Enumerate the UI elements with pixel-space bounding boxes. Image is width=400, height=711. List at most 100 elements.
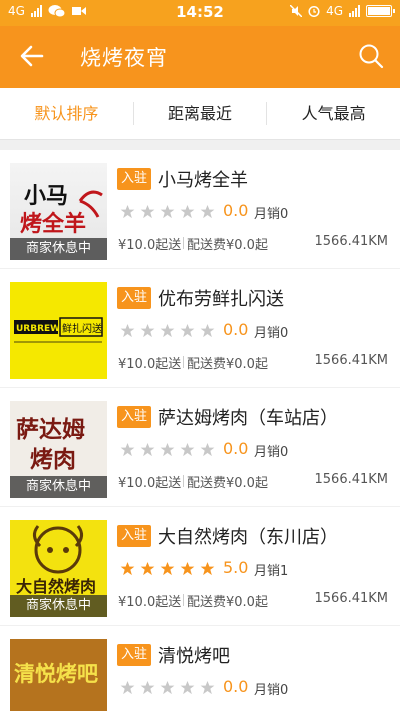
star-icon [200,680,215,695]
star-icon [200,561,215,576]
star-icon [140,204,155,219]
settled-badge: 入驻 [117,287,152,309]
star-icon [180,204,195,219]
settled-badge: 入驻 [117,644,152,666]
star-icon [160,442,175,457]
star-rating [120,204,215,219]
sort-tab-popular[interactable]: 人气最高 [267,88,400,139]
star-icon [160,680,175,695]
sort-tab-default[interactable]: 默认排序 [0,88,133,139]
sort-bar: 默认排序 距离最近 人气最高 [0,88,400,140]
min-order: ¥10.0起送 [118,476,182,491]
closed-label: 商家休息中 [10,476,107,498]
shop-name: 小马烤全羊 [158,170,248,191]
svg-text:萨达姆: 萨达姆 [16,416,85,443]
search-icon[interactable] [358,43,384,69]
rating-value: 5.0 [223,558,249,577]
status-right: 4G [290,4,395,18]
star-rating [120,561,215,576]
shop-thumbnail: 萨达姆 烤肉 商家休息中 [10,401,107,498]
status-bar: 4G 14:52 4G [0,0,400,26]
star-icon [160,204,175,219]
min-order: ¥10.0起送 [118,357,182,372]
star-icon [120,442,135,457]
star-icon [120,561,135,576]
star-icon [200,323,215,338]
closed-label: 商家休息中 [10,595,107,617]
settled-badge: 入驻 [117,406,152,428]
star-icon [180,680,195,695]
shop-name: 优布劳鲜扎闪送 [158,289,284,310]
monthly-sales: 月销0 [254,683,289,698]
shop-list-item[interactable]: 清悦烤吧 入驻 清悦烤吧 0.0 月销0 [0,626,400,711]
rating-value: 0.0 [223,677,249,696]
star-rating [120,442,215,457]
app-bar: 烧烤夜宵 [0,26,400,88]
star-icon [160,323,175,338]
star-rating [120,680,215,695]
monthly-sales: 月销0 [254,445,289,460]
star-icon [140,561,155,576]
svg-text:清悦烤吧: 清悦烤吧 [14,661,98,686]
shop-name: 大自然烤肉（东川店） [158,527,338,548]
shop-logo-image: 清悦烤吧 [14,661,98,686]
settled-badge: 入驻 [117,168,152,190]
mute-icon [290,5,303,17]
monthly-sales: 月销1 [254,564,289,579]
alarm-icon [308,5,320,17]
svg-text:URBREW: URBREW [16,324,60,334]
star-icon [140,323,155,338]
delivery-fee: 配送费¥0.0起 [183,591,268,610]
star-icon [140,680,155,695]
star-rating [120,323,215,338]
network-label: 4G [326,4,343,18]
sort-tab-nearest[interactable]: 距离最近 [134,88,267,139]
distance: 1566.41KM [314,353,389,368]
shop-logo-image: URBREW 鲜扎闪送 [14,317,103,343]
svg-text:小马: 小马 [24,183,68,209]
min-order: ¥10.0起送 [118,595,182,610]
star-icon [180,442,195,457]
shop-list-item[interactable]: 小马 烤全羊 商家休息中 入驻 小马烤全羊 0.0 月销0 ¥10.0起送 配送… [0,150,400,268]
shop-thumbnail: 大自然烤肉 商家休息中 [10,520,107,617]
distance: 1566.41KM [314,591,389,606]
settled-badge: 入驻 [117,525,152,547]
star-icon [120,323,135,338]
back-arrow-icon[interactable] [18,42,46,70]
svg-text:大自然烤肉: 大自然烤肉 [16,577,96,596]
svg-text:烤肉: 烤肉 [30,446,76,473]
star-icon [160,561,175,576]
shop-list-item[interactable]: 大自然烤肉 商家休息中 入驻 大自然烤肉（东川店） 5.0 月销1 ¥10.0起… [0,507,400,625]
star-icon [180,561,195,576]
shop-list-item[interactable]: 萨达姆 烤肉 商家休息中 入驻 萨达姆烤肉（车站店） 0.0 月销0 ¥10.0… [0,388,400,506]
shop-list-item[interactable]: URBREW 鲜扎闪送 入驻 优布劳鲜扎闪送 0.0 月销0 ¥10.0起送 配… [0,269,400,387]
svg-text:鲜扎闪送: 鲜扎闪送 [62,322,102,335]
closed-label: 商家休息中 [10,238,107,260]
shop-list: 小马 烤全羊 商家休息中 入驻 小马烤全羊 0.0 月销0 ¥10.0起送 配送… [0,150,400,711]
distance: 1566.41KM [314,234,389,249]
monthly-sales: 月销0 [254,326,289,341]
star-icon [140,442,155,457]
rating-value: 0.0 [223,201,249,220]
min-order: ¥10.0起送 [118,238,182,253]
page-title: 烧烤夜宵 [80,46,168,70]
shop-thumbnail: 小马 烤全羊 商家休息中 [10,163,107,260]
shop-name: 清悦烤吧 [158,646,230,667]
delivery-fee: 配送费¥0.0起 [183,353,268,372]
rating-value: 0.0 [223,320,249,339]
rating-value: 0.0 [223,439,249,458]
shop-thumbnail: URBREW 鲜扎闪送 [10,282,107,379]
star-icon [200,442,215,457]
star-icon [120,204,135,219]
star-icon [180,323,195,338]
monthly-sales: 月销0 [254,207,289,222]
shop-thumbnail: 清悦烤吧 [10,639,107,711]
shop-name: 萨达姆烤肉（车站店） [158,408,338,429]
delivery-fee: 配送费¥0.0起 [183,472,268,491]
signal-icon-2 [349,5,360,17]
distance: 1566.41KM [314,472,389,487]
star-icon [120,680,135,695]
delivery-fee: 配送费¥0.0起 [183,234,268,253]
svg-text:烤全羊: 烤全羊 [20,211,86,237]
star-icon [200,204,215,219]
